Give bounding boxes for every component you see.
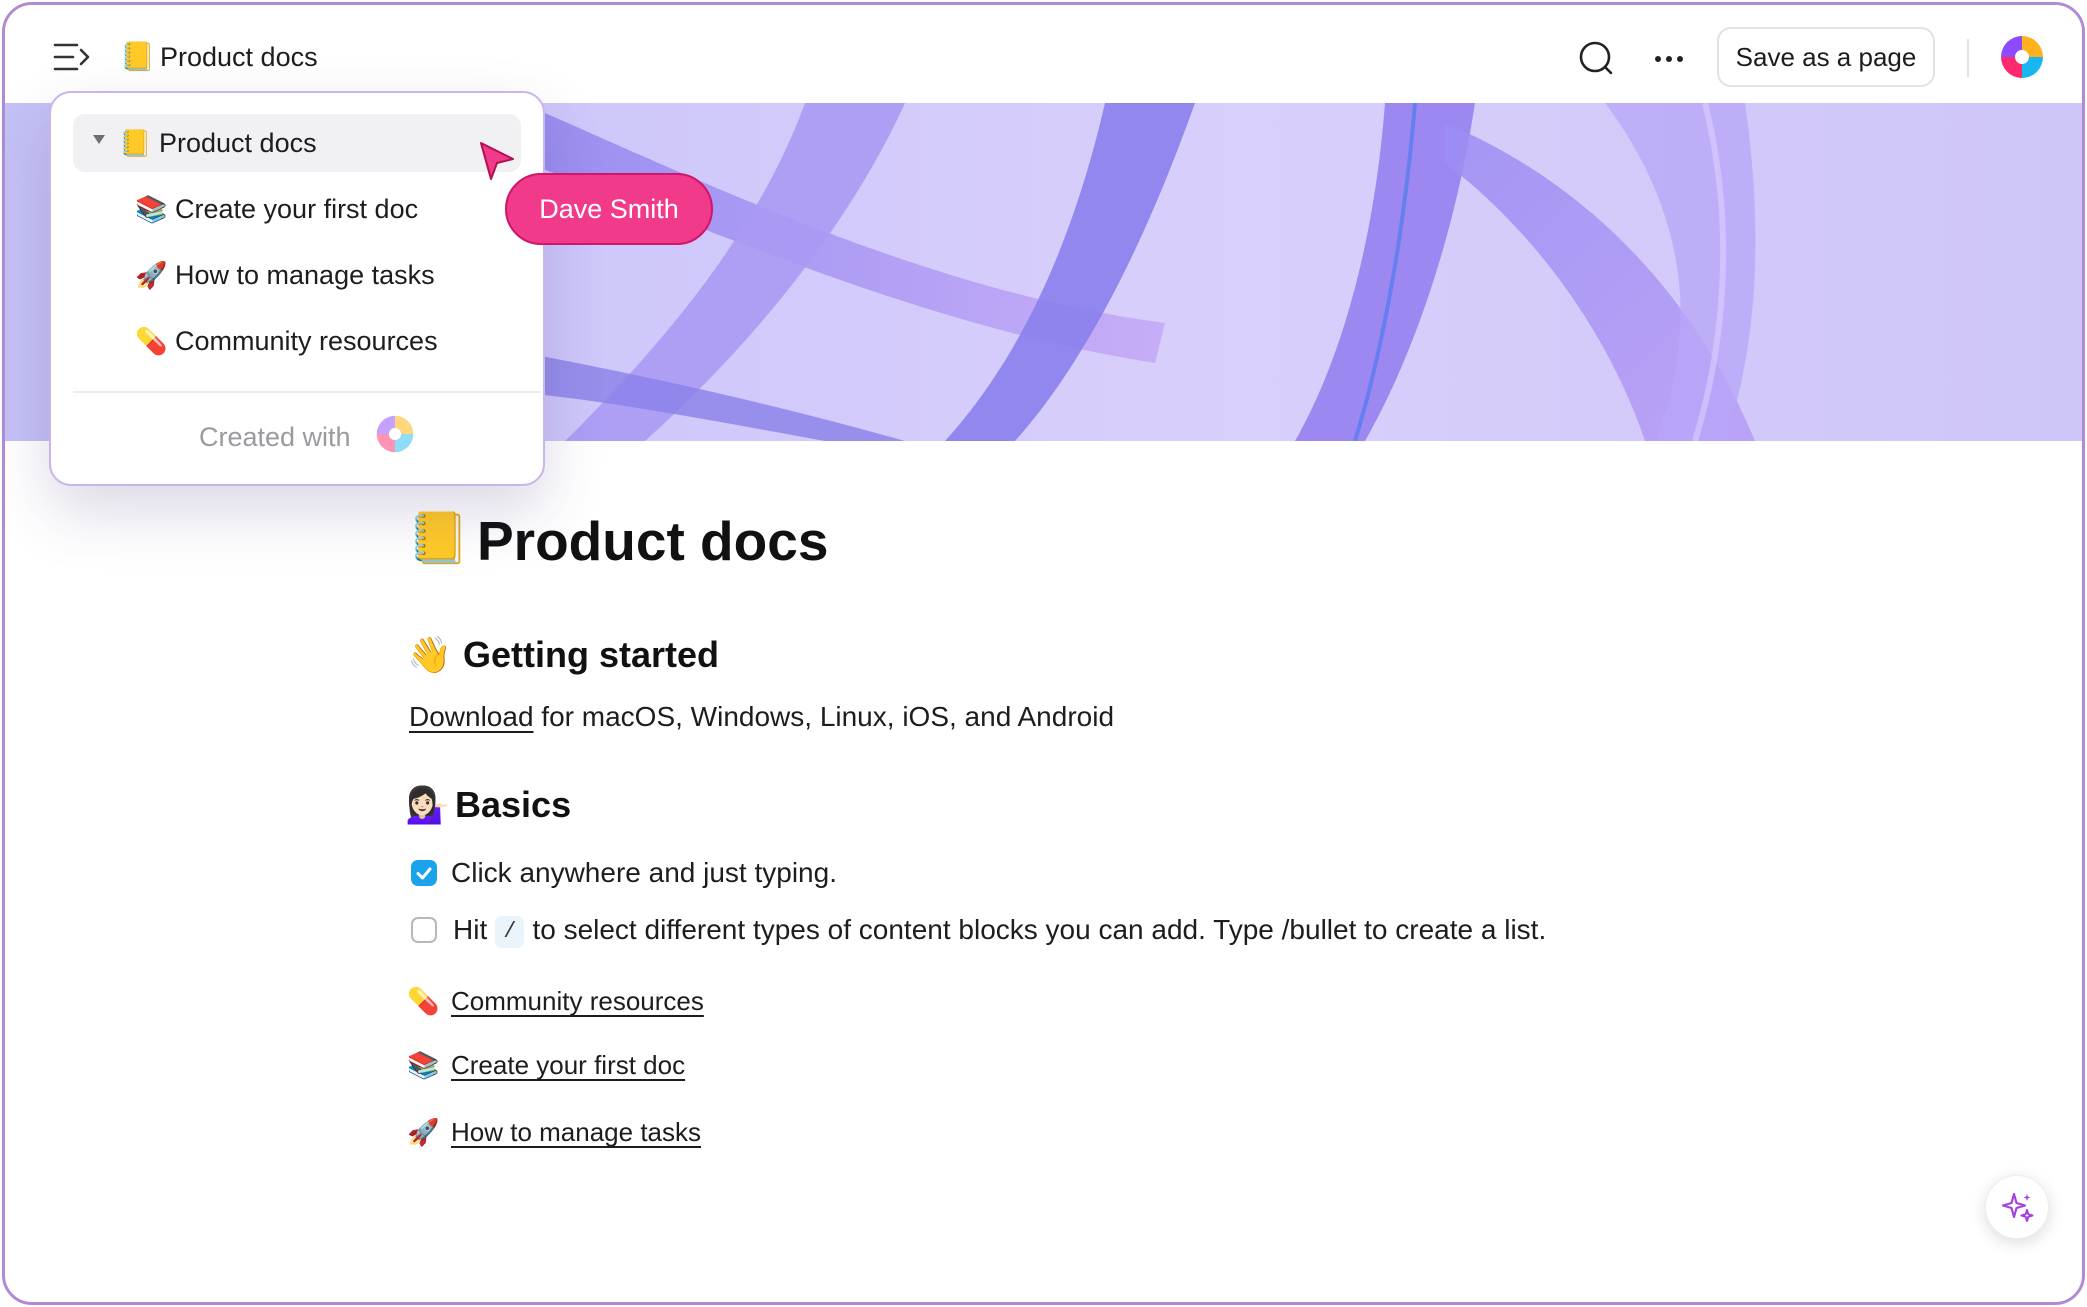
- save-as-page-button[interactable]: Save as a page: [1717, 27, 1935, 87]
- rocket-icon: 🚀: [407, 1117, 440, 1147]
- download-paragraph[interactable]: Download for macOS, Windows, Linux, iOS,…: [409, 699, 1114, 735]
- sparkles-icon: [2001, 1192, 2034, 1222]
- person-tipping-hand-icon: 💁🏻‍♀️: [405, 784, 450, 825]
- top-bar: 📒 Product docs Save as a page: [5, 5, 2082, 103]
- notebook-icon: 📒: [407, 510, 470, 566]
- more-options-icon[interactable]: [1649, 39, 1689, 79]
- sidebar-toggle-icon[interactable]: [53, 41, 93, 73]
- ai-assistant-button[interactable]: [1985, 1175, 2049, 1239]
- checkbox-unchecked[interactable]: [411, 917, 437, 943]
- page-link-manage-tasks[interactable]: How to manage tasks: [451, 1115, 701, 1149]
- pill-icon: 💊: [135, 326, 168, 356]
- caret-down-icon[interactable]: [93, 135, 105, 144]
- checklist-item-text[interactable]: Click anywhere and just typing.: [451, 855, 837, 891]
- pill-icon: 💊: [407, 986, 440, 1016]
- sidebar-item-label: Create your first doc: [175, 194, 419, 224]
- page-link-community-resources[interactable]: Community resources: [451, 984, 704, 1018]
- notebook-icon: 📒: [119, 128, 152, 158]
- checklist-text-before: Hit: [453, 914, 488, 945]
- download-link[interactable]: Download: [409, 701, 534, 732]
- page-link-create-first-doc[interactable]: Create your first doc: [451, 1048, 685, 1082]
- app-logo-muted[interactable]: [375, 414, 415, 454]
- sidebar-item-label: Community resources: [175, 326, 438, 356]
- sidebar-item-manage-tasks[interactable]: 🚀 How to manage tasks: [73, 246, 521, 304]
- download-paragraph-text: for macOS, Windows, Linux, iOS, and Andr…: [533, 701, 1115, 732]
- sidebar-item-label: How to manage tasks: [175, 260, 435, 290]
- sidebar-item-community-resources[interactable]: 💊 Community resources: [73, 312, 521, 370]
- sidebar-item-label: Product docs: [159, 128, 317, 158]
- books-icon: 📚: [407, 1050, 440, 1080]
- checklist-text-after: to select different types of content blo…: [532, 914, 1547, 945]
- checklist-item-text[interactable]: Hit / to select different types of content…: [453, 912, 1546, 948]
- sidebar-item-product-docs[interactable]: 📒 Product docs: [73, 114, 521, 172]
- app-logo[interactable]: [1999, 34, 2045, 80]
- inline-code: /: [495, 916, 525, 948]
- app-window: 📒 Product docs Save as a page 📒 Product …: [2, 2, 2085, 1305]
- page-title[interactable]: Product docs: [477, 508, 828, 574]
- waving-hand-icon: 👋: [407, 634, 452, 675]
- notebook-icon: 📒: [120, 41, 155, 72]
- breadcrumb-title[interactable]: Product docs: [160, 40, 318, 74]
- sidebar-item-create-first-doc[interactable]: 📚 Create your first doc: [73, 180, 521, 238]
- collaborator-name-tag: Dave Smith: [505, 173, 713, 245]
- books-icon: 📚: [135, 194, 168, 224]
- divider: [1967, 39, 1969, 77]
- search-icon[interactable]: [1577, 39, 1617, 79]
- section-heading-basics[interactable]: Basics: [455, 783, 571, 827]
- collaborator-cursor-icon: [477, 139, 517, 183]
- created-with-label: Created with: [199, 422, 351, 452]
- checkbox-checked[interactable]: [411, 860, 437, 886]
- sidebar-popover: 📒 Product docs 📚 Create your first doc 🚀…: [49, 91, 545, 486]
- rocket-icon: 🚀: [135, 260, 168, 290]
- divider: [73, 391, 541, 393]
- section-heading-getting-started[interactable]: Getting started: [463, 633, 719, 677]
